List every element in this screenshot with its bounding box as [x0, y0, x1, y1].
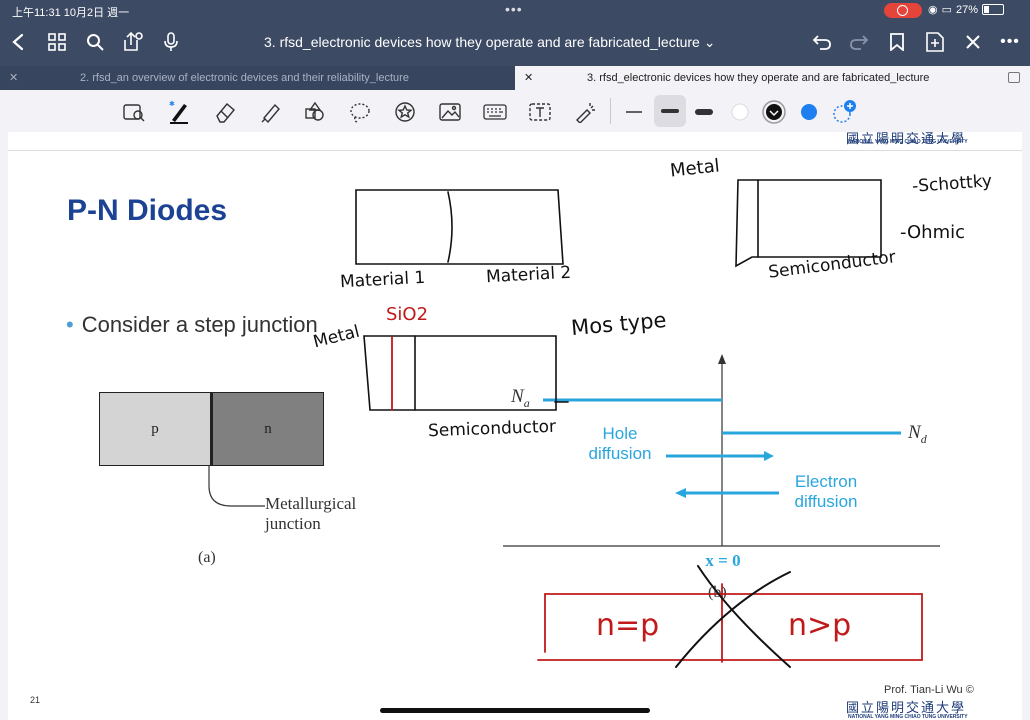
annotation-toolbar: [0, 90, 1030, 132]
close-tools-icon[interactable]: [959, 28, 987, 56]
ink-sio2: SiO2: [386, 304, 429, 325]
ink-n-greater-p: n>p: [788, 608, 852, 643]
status-right: ◉ ▭ 27%: [928, 3, 1005, 16]
stroke-thick-icon[interactable]: [690, 98, 718, 126]
page-number: 21: [30, 695, 41, 705]
slide-page[interactable]: 國立陽明交通大學 NATIONAL YANG MING CHIAO TUNG U…: [8, 132, 1022, 720]
tab-label: 2. rfsd_an overview of electronic device…: [80, 72, 409, 84]
highlighter-icon[interactable]: [256, 98, 284, 126]
ink-material-divider: [447, 191, 453, 263]
back-chevron-icon[interactable]: [4, 28, 32, 56]
bookmark-icon[interactable]: [883, 28, 911, 56]
text-box-icon[interactable]: [526, 98, 554, 126]
shapes-icon[interactable]: [301, 98, 329, 126]
split-view-icon[interactable]: [1008, 72, 1020, 83]
wifi-icon: ◉: [928, 4, 938, 16]
battery-percent: 27%: [956, 3, 979, 16]
ink-ohmic: -Ohmic: [900, 222, 966, 243]
lasso-icon[interactable]: [346, 98, 374, 126]
professor-credit: Prof. Tian-Li Wu ©: [884, 684, 974, 696]
color-swatch-black[interactable]: [760, 98, 788, 126]
pen-icon[interactable]: ✱: [165, 98, 193, 126]
color-swatch-white[interactable]: [726, 98, 754, 126]
keyboard-icon[interactable]: [481, 98, 509, 126]
more-options-icon[interactable]: •••: [996, 28, 1024, 56]
document-title[interactable]: 3. rfsd_electronic devices how they oper…: [264, 34, 715, 51]
toolbar-separator: [610, 98, 611, 124]
swatch-fill: [731, 103, 749, 121]
add-color-icon[interactable]: [830, 98, 858, 126]
svg-text:✱: ✱: [169, 100, 175, 108]
laser-pointer-icon[interactable]: [571, 98, 599, 126]
grid-view-icon[interactable]: [43, 28, 71, 56]
close-tab-icon[interactable]: ✕: [524, 66, 533, 90]
status-time: 上午11:31 10月2日 週一: [12, 7, 130, 19]
color-swatch-blue[interactable]: [795, 98, 823, 126]
multitask-dots[interactable]: •••: [505, 1, 523, 17]
redo-icon[interactable]: [845, 28, 873, 56]
image-icon[interactable]: [436, 98, 464, 126]
swatch-fill: [766, 104, 782, 120]
undo-icon[interactable]: [808, 28, 836, 56]
screen-record-indicator[interactable]: [884, 3, 922, 18]
swatch-fill: [801, 104, 817, 120]
tab-current-lecture[interactable]: ✕ 3. rfsd_electronic devices how they op…: [515, 66, 1030, 90]
tab-previous-lecture[interactable]: ✕ 2. rfsd_an overview of electronic devi…: [0, 66, 515, 90]
add-page-icon[interactable]: [921, 28, 949, 56]
university-logo-english: NATIONAL YANG MING CHIAO TUNG UNIVERSITY: [848, 714, 968, 720]
ink-material-box: [355, 189, 564, 265]
ink-n-equals-p: n=p: [596, 608, 660, 643]
share-icon[interactable]: [118, 28, 146, 56]
search-icon[interactable]: [81, 28, 109, 56]
tab-label: 3. rfsd_electronic devices how they oper…: [587, 72, 930, 84]
stroke-medium-icon[interactable]: [654, 95, 686, 127]
close-tab-icon[interactable]: ✕: [9, 66, 18, 90]
screen-icon: ▭: [941, 4, 953, 16]
home-indicator[interactable]: [380, 708, 650, 713]
sticker-icon[interactable]: [391, 98, 419, 126]
ink-cross-stroke-1: [697, 565, 791, 668]
microphone-icon[interactable]: [157, 28, 185, 56]
battery-icon: [982, 4, 1005, 15]
lasso-select-icon[interactable]: [120, 98, 148, 126]
stroke-thin-icon[interactable]: [620, 98, 648, 126]
eraser-icon[interactable]: [211, 98, 239, 126]
